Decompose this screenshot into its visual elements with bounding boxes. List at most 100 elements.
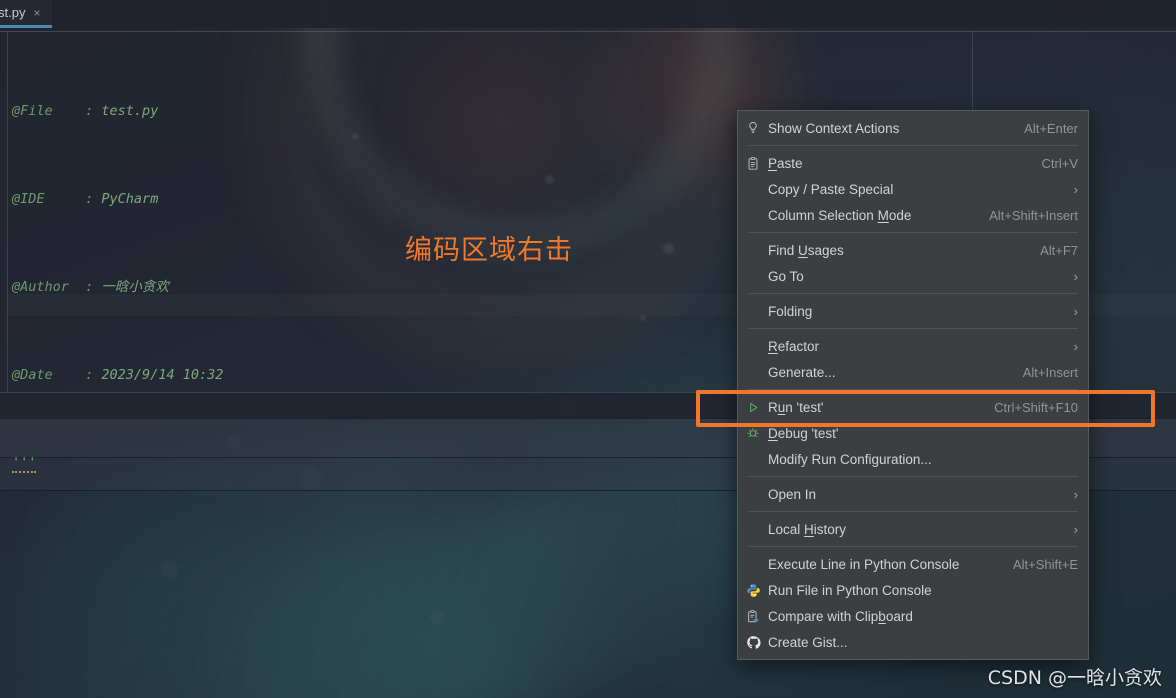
docstring-value: 2023/9/14 10:32: [101, 367, 224, 383]
chevron-right-icon: ›: [1073, 181, 1078, 197]
menu-item-label-rest: sages: [807, 242, 844, 258]
menu-item-execute-line-in-python-console[interactable]: Execute Line in Python Console Alt+Shift…: [738, 551, 1088, 577]
docstring-key: @Author: [12, 279, 69, 295]
menu-item-shortcut: Alt+Insert: [1022, 364, 1078, 380]
chevron-right-icon: ›: [1073, 521, 1078, 537]
editor-context-menu[interactable]: Show Context Actions Alt+Enter Paste Ctr…: [737, 110, 1089, 660]
menu-item-label: Execute Line in Python Console: [768, 556, 960, 572]
docstring-value: test.py: [101, 103, 159, 119]
menu-item-mnemonic: H: [804, 521, 814, 537]
editor-tab-test-py[interactable]: st.py ×: [0, 0, 53, 28]
menu-item-modify-run-configuration[interactable]: Modify Run Configuration...: [738, 446, 1088, 472]
menu-item-run-test[interactable]: Run 'test' Ctrl+Shift+F10: [738, 394, 1088, 420]
menu-item-column-selection-mode[interactable]: Column Selection Mode Alt+Shift+Insert: [738, 202, 1088, 228]
docstring-key: @File: [12, 103, 53, 119]
menu-item-label-rest: n 'test': [785, 399, 824, 415]
menu-item-mnemonic: M: [877, 207, 889, 223]
menu-separator: [748, 511, 1078, 512]
python-logo-icon: [738, 583, 768, 598]
menu-item-shortcut: Alt+F7: [1040, 242, 1078, 258]
chevron-right-icon: ›: [1073, 303, 1078, 319]
menu-separator: [748, 145, 1078, 146]
menu-item-run-file-in-python-console[interactable]: Run File in Python Console: [738, 577, 1088, 603]
docstring-sep: :: [68, 279, 102, 295]
menu-item-label: Run File in Python Console: [768, 582, 932, 598]
menu-item-open-in[interactable]: Open In ›: [738, 481, 1088, 507]
menu-item-label: Refactor: [768, 339, 1064, 354]
code-line: @IDE : PyCharm: [12, 188, 313, 210]
menu-item-local-history[interactable]: Local History ›: [738, 516, 1088, 542]
menu-item-mnemonic: P: [768, 155, 778, 171]
annotation-label: 编码区域右击: [405, 235, 573, 266]
menu-item-shortcut: Alt+Shift+E: [1012, 556, 1078, 572]
menu-item-label-rest: ode: [888, 207, 912, 223]
menu-item-label: Compare with Clipboard: [768, 608, 913, 624]
code-line: @Date : 2023/9/14 10:32: [12, 364, 313, 386]
menu-item-find-usages[interactable]: Find Usages Alt+F7: [738, 237, 1088, 263]
menu-item-refactor[interactable]: Refactor ›: [738, 333, 1088, 359]
chevron-right-icon: ›: [1073, 338, 1078, 354]
compare-clipboard-icon: [738, 609, 768, 624]
menu-item-label: Local History: [768, 521, 847, 537]
menu-item-shortcut: Ctrl+V: [1041, 155, 1078, 171]
menu-separator: [748, 546, 1078, 547]
menu-item-shortcut: Ctrl+Shift+F10: [994, 399, 1078, 415]
docstring-value: PyCharm: [101, 191, 159, 207]
menu-item-compare-with-clipboard[interactable]: Compare with Clipboard: [738, 603, 1088, 629]
menu-item-label: Open In: [768, 486, 817, 502]
close-icon[interactable]: ×: [33, 7, 40, 19]
docstring-value: 一晗小贪欢: [101, 279, 169, 295]
pycharm-window: st.py × @File : test.py @IDE : PyCharm @…: [0, 0, 1176, 698]
menu-item-label: Paste: [768, 156, 1026, 171]
code-line: letter = 'abcdefghijklmnopqrstuvwxyz': [12, 694, 313, 698]
menu-item-label: Generate...: [768, 364, 836, 380]
docstring-key: @IDE: [12, 191, 45, 207]
menu-item-label-rest: aste: [777, 155, 803, 171]
watermark-label: CSDN @一晗小贪欢: [987, 667, 1162, 689]
lightbulb-icon: [738, 121, 768, 135]
docstring-sep: :: [52, 103, 102, 119]
menu-item-shortcut: Alt+Shift+Insert: [989, 207, 1078, 223]
source-code: @File : test.py @IDE : PyCharm @Author :…: [12, 56, 313, 698]
chevron-right-icon: ›: [1073, 268, 1078, 284]
menu-item-create-gist[interactable]: Create Gist...: [738, 629, 1088, 655]
menu-item-label: Go To: [768, 268, 804, 284]
menu-item-label: Debug 'test': [768, 426, 1078, 441]
menu-separator: [748, 476, 1078, 477]
menu-item-label: Create Gist...: [768, 634, 848, 650]
chevron-right-icon: ›: [1073, 486, 1078, 502]
menu-separator: [748, 328, 1078, 329]
menu-item-mnemonic: U: [798, 242, 808, 258]
menu-item-paste[interactable]: Paste Ctrl+V: [738, 150, 1088, 176]
menu-item-go-to[interactable]: Go To ›: [738, 263, 1088, 289]
menu-item-label-rest: oard: [885, 608, 913, 624]
code-line: @File : test.py: [12, 100, 313, 122]
debug-bug-icon: [738, 426, 768, 440]
menu-item-copy-paste-special[interactable]: Copy / Paste Special ›: [738, 176, 1088, 202]
editor-gutter-separator: [7, 31, 8, 392]
menu-item-label: Modify Run Configuration...: [768, 451, 932, 467]
menu-item-label-rest: ebug 'test': [777, 425, 839, 441]
menu-item-folding[interactable]: Folding ›: [738, 298, 1088, 324]
menu-item-mnemonic: R: [768, 338, 778, 354]
editor-tab-label: st.py: [0, 5, 26, 20]
menu-item-generate[interactable]: Generate... Alt+Insert: [738, 359, 1088, 385]
docstring-terminator: ''': [12, 455, 37, 473]
github-icon: [738, 635, 768, 650]
menu-item-show-context-actions[interactable]: Show Context Actions Alt+Enter: [738, 115, 1088, 141]
menu-item-label-rest: efactor: [777, 338, 820, 354]
menu-separator: [748, 232, 1078, 233]
menu-item-label: Copy / Paste Special: [768, 181, 894, 197]
menu-separator: [748, 293, 1078, 294]
menu-item-label: Column Selection Mode: [768, 207, 912, 223]
docstring-sep: :: [44, 191, 102, 207]
run-play-icon: [738, 401, 768, 414]
docstring-key: @Date: [12, 367, 53, 383]
menu-item-label: Run 'test': [768, 399, 824, 415]
menu-item-label: Folding: [768, 303, 813, 319]
menu-separator: [748, 389, 1078, 390]
menu-item-debug-test[interactable]: Debug 'test': [738, 420, 1088, 446]
menu-item-label: Show Context Actions: [768, 120, 900, 136]
